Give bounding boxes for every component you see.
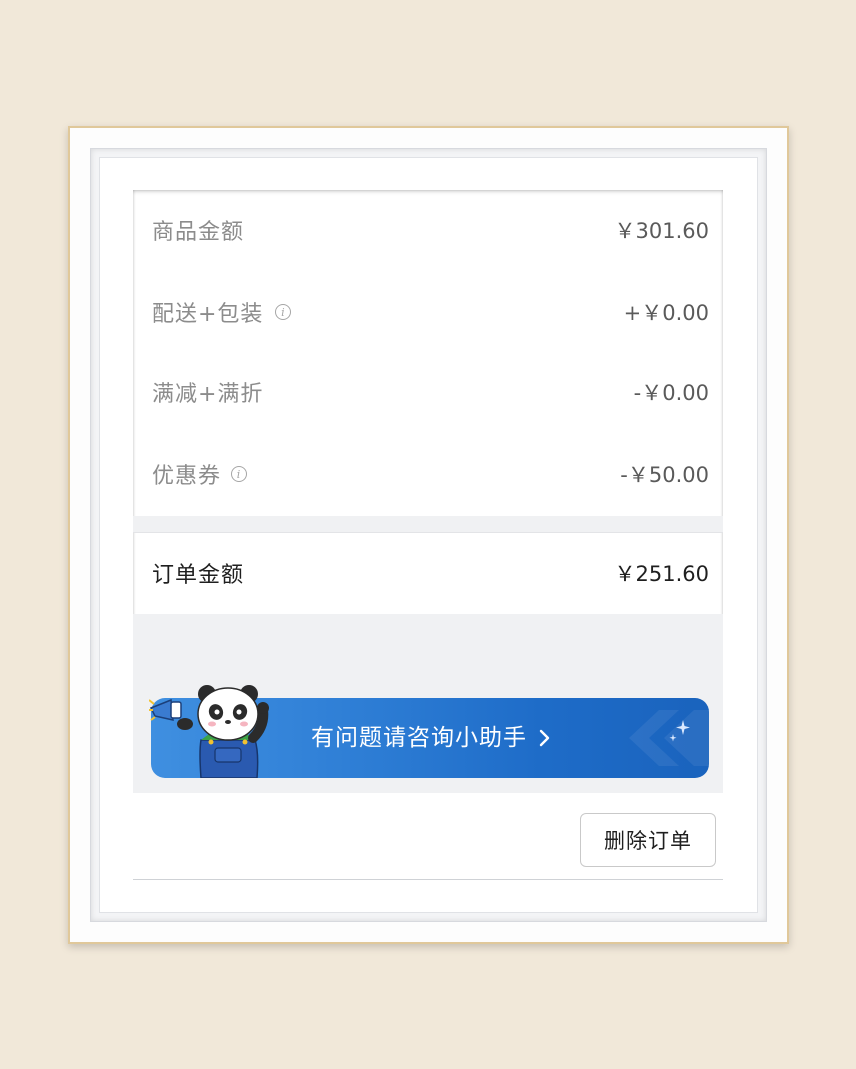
panda-mascot-icon (149, 685, 269, 778)
summary-row-coupon: 优惠券 i -￥50.00 (133, 454, 723, 494)
delivery-value: +￥0.00 (623, 301, 709, 325)
goods-amount-value: ￥301.60 (614, 219, 709, 243)
discount-label: 满减+满折 (152, 382, 264, 407)
helper-banner-text: 有问题请咨询小助手 (311, 725, 527, 751)
order-total-label: 订单金额 (152, 563, 245, 588)
coupon-value: -￥50.00 (620, 463, 709, 487)
order-total-row: 订单金额 ￥251.60 (133, 553, 723, 593)
order-detail-screen: 商品金额 ￥301.60 配送+包装 i +￥0.00 满减+满折 -￥0.00… (133, 190, 723, 880)
order-total-value: ￥251.60 (614, 562, 709, 586)
delete-order-button[interactable]: 删除订单 (580, 813, 716, 867)
sparkle-icon (669, 720, 690, 742)
info-icon[interactable]: i (231, 466, 248, 482)
action-bar: 删除订单 (133, 793, 723, 879)
goods-amount-label: 商品金额 (152, 220, 245, 245)
summary-row-discount: 满减+满折 -￥0.00 (133, 372, 723, 412)
coupon-label: 优惠券 (152, 464, 222, 489)
chevron-right-icon (539, 729, 550, 747)
info-icon[interactable]: i (275, 304, 292, 320)
section-divider (133, 516, 723, 533)
delivery-label: 配送+包装 (152, 302, 264, 327)
summary-row-delivery: 配送+包装 i +￥0.00 (133, 292, 723, 332)
helper-banner[interactable]: 有问题请咨询小助手 (149, 685, 709, 778)
discount-value: -￥0.00 (633, 381, 709, 405)
summary-row-goods-amount: 商品金额 ￥301.60 (133, 210, 723, 250)
